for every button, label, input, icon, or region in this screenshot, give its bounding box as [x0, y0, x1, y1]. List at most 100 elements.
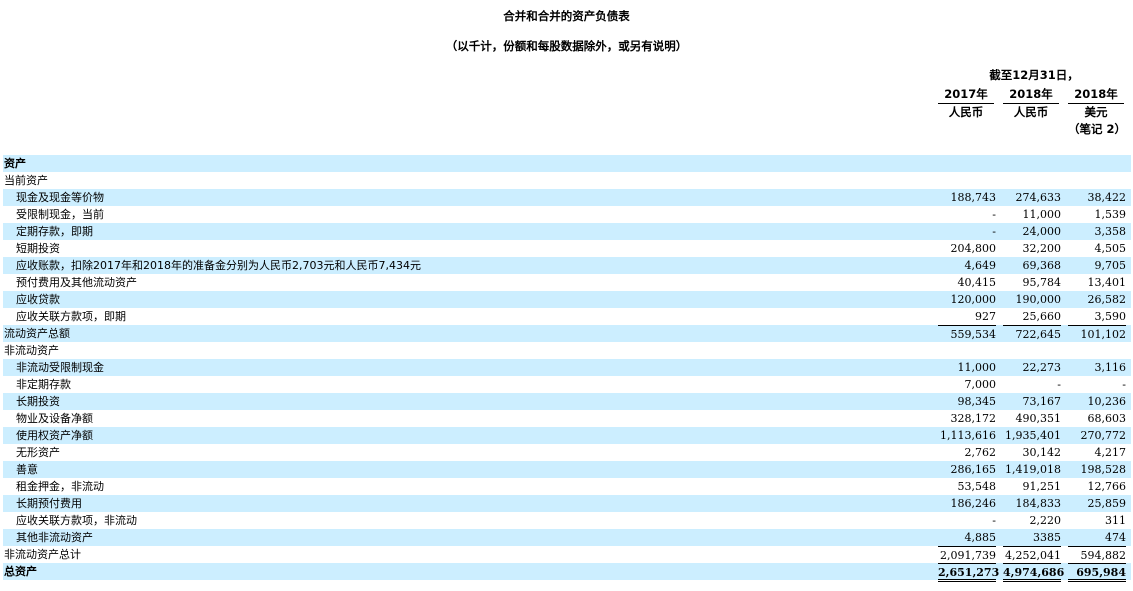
row-value-col1: 32,200: [1022, 242, 1062, 255]
row-value-col0: 98,345: [957, 395, 997, 408]
table-row: 租金押金，非流动 53,548 91,251 12,766: [3, 478, 1131, 495]
row-label: 无形资产: [16, 446, 60, 459]
table-row: 流动资产总额 559,534 722,645 101,102: [3, 325, 1131, 342]
column-currency: 人民币: [1013, 105, 1049, 119]
row-label: 非定期存款: [16, 378, 71, 391]
row-label: 非流动受限制现金: [16, 361, 104, 374]
row-label: 定期存款，即期: [16, 225, 93, 238]
statement-title: 合并和合并的资产负债表: [503, 9, 630, 23]
row-value-col2: 68,603: [1087, 412, 1127, 425]
row-value-col0: 11,000: [957, 361, 997, 374]
row-value-col1: 490,351: [1015, 412, 1062, 425]
column-currency: 人民币: [948, 105, 984, 119]
row-value-col0: 927: [975, 310, 996, 323]
row-value-col2: 474: [1105, 531, 1126, 544]
column-year: 2018年: [1068, 86, 1124, 104]
row-value-col2: 4,505: [1094, 242, 1127, 255]
row-value-col0: 186,246: [950, 497, 997, 510]
row-label: 当前资产: [4, 174, 48, 187]
row-value-col2: 13,401: [1087, 276, 1127, 289]
row-value-col0: 7,000: [964, 378, 997, 391]
statement-subtitle: （以千计，份额和每股数据除外，或另有说明）: [445, 39, 688, 53]
row-label: 长期预付费用: [16, 497, 82, 510]
row-value-col2: 101,102: [1068, 325, 1126, 343]
row-value-col2: 25,859: [1087, 497, 1127, 510]
row-value-col2: 270,772: [1080, 429, 1127, 442]
row-value-col1: 3385: [1033, 531, 1061, 544]
row-label: 非流动资产: [4, 344, 59, 357]
row-value-col1: 24,000: [1022, 225, 1062, 238]
row-label: 其他非流动资产: [16, 531, 93, 544]
row-value-col2: 26,582: [1087, 293, 1127, 306]
table-row: 受限制现金，当前 - 11,000 1,539: [3, 206, 1131, 223]
table-row: 应收关联方款项，即期 927 25,660 3,590: [3, 308, 1131, 325]
row-value-col0: 559,534: [938, 325, 996, 343]
row-value-col1: 1,935,401: [1005, 429, 1061, 442]
table-row: 当前资产: [3, 172, 1131, 189]
row-value-col0: -: [992, 514, 996, 527]
column-header-2017-rmb: 2017年 人民币: [938, 86, 994, 121]
column-year: 2017年: [938, 86, 994, 104]
row-value-col1: 4,252,041: [1003, 546, 1061, 564]
row-value-col2: 198,528: [1080, 463, 1127, 476]
row-value-col2: 594,882: [1068, 546, 1126, 564]
table-row: 预付费用及其他流动资产 40,415 95,784 13,401: [3, 274, 1131, 291]
column-header-2018-rmb: 2018年 人民币: [1003, 86, 1059, 121]
table-row: 非流动资产总计 2,091,739 4,252,041 594,882: [3, 546, 1131, 563]
row-value-col1: 69,368: [1022, 259, 1062, 272]
column-header-2018-usd: 2018年 美元 （笔记 2）: [1068, 86, 1126, 138]
table-row: 资产: [3, 155, 1131, 172]
row-value-col2: 9,705: [1094, 259, 1127, 272]
row-value-col0: 4,885: [964, 531, 997, 544]
row-label: 流动资产总额: [4, 327, 70, 340]
row-value-col2: -: [1122, 378, 1126, 391]
period-header: 截至12月31日，: [989, 68, 1079, 82]
row-value-col0: 120,000: [950, 293, 997, 306]
row-value-col1: 2,220: [1029, 514, 1062, 527]
row-value-col2: 4,217: [1094, 446, 1127, 459]
row-value-col2: 1,539: [1094, 208, 1127, 221]
row-value-col1: 25,660: [1022, 310, 1062, 323]
row-value-col2: 12,766: [1087, 480, 1127, 493]
row-value-col0: 2,091,739: [938, 546, 996, 564]
table-row: 现金及现金等价物 188,743 274,633 38,422: [3, 189, 1131, 206]
row-label: 应收账款，扣除2017年和2018年的准备金分别为人民币2,703元和人民币7,…: [16, 259, 421, 272]
row-value-col1: 30,142: [1022, 446, 1062, 459]
row-label: 应收关联方款项，即期: [16, 310, 126, 323]
row-value-col2: 695,984: [1068, 563, 1126, 582]
table-row: 总资产 2,651,273 4,974,686 695,984: [3, 563, 1131, 582]
row-value-col0: 2,651,273: [938, 563, 999, 582]
table-row: 应收贷款 120,000 190,000 26,582: [3, 291, 1131, 308]
row-label: 使用权资产净额: [16, 429, 93, 442]
row-value-col1: 274,633: [1015, 191, 1062, 204]
row-label: 长期投资: [16, 395, 60, 408]
column-currency: 美元: [1084, 105, 1108, 119]
table-row: 非定期存款 7,000 - -: [3, 376, 1131, 393]
row-value-col0: 188,743: [950, 191, 997, 204]
row-value-col2: 311: [1105, 514, 1126, 527]
table-row: 定期存款，即期 - 24,000 3,358: [3, 223, 1131, 240]
row-value-col0: -: [992, 225, 996, 238]
row-value-col0: 286,165: [950, 463, 997, 476]
row-value-col0: 204,800: [950, 242, 997, 255]
row-label: 应收关联方款项，非流动: [16, 514, 137, 527]
table-row: 善意 286,165 1,419,018 198,528: [3, 461, 1131, 478]
row-label: 短期投资: [16, 242, 60, 255]
row-value-col0: 1,113,616: [940, 429, 996, 442]
row-value-col2: 3,590: [1094, 310, 1127, 323]
row-value-col1: 22,273: [1022, 361, 1062, 374]
table-row: 非流动资产: [3, 342, 1131, 359]
row-label: 资产: [4, 157, 26, 170]
row-label: 租金押金，非流动: [16, 480, 104, 493]
row-label: 受限制现金，当前: [16, 208, 104, 221]
row-label: 总资产: [4, 565, 37, 578]
table-row: 物业及设备净额 328,172 490,351 68,603: [3, 410, 1131, 427]
row-value-col2: 3,358: [1094, 225, 1127, 238]
column-year: 2018年: [1003, 86, 1059, 104]
table-row: 其他非流动资产 4,885 3385 474: [3, 529, 1131, 546]
table-row: 非流动受限制现金 11,000 22,273 3,116: [3, 359, 1131, 376]
row-value-col1: 722,645: [1003, 325, 1061, 343]
row-value-col1: 11,000: [1022, 208, 1062, 221]
row-value-col0: -: [992, 208, 996, 221]
row-value-col1: 184,833: [1015, 497, 1062, 510]
